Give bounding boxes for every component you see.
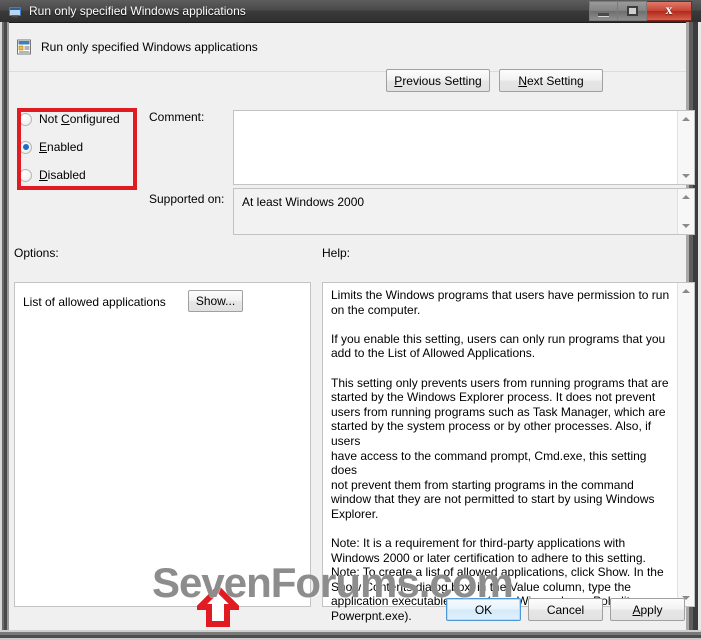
supported-on-label: Supported on:	[149, 192, 225, 206]
supported-scroll-up-icon[interactable]	[678, 189, 694, 205]
comment-label: Comment:	[149, 110, 205, 124]
window-controls: x	[589, 1, 692, 22]
policy-window-icon	[8, 4, 23, 19]
next-setting-button[interactable]: Next Setting	[499, 69, 603, 92]
comment-scrollbar[interactable]	[677, 111, 694, 184]
setting-state-radio-group: Not Configured Enabled Disabled	[19, 110, 144, 184]
window-title: Run only specified Windows applications	[29, 4, 246, 18]
radio-disabled-label: Disabled	[39, 168, 86, 182]
policy-setting-icon	[16, 38, 34, 56]
maximize-button[interactable]	[618, 1, 647, 21]
radio-not-configured-indicator	[19, 112, 32, 126]
radio-disabled-indicator	[19, 168, 32, 182]
radio-not-configured-label: Not Configured	[39, 112, 120, 126]
radio-enabled-label: Enabled	[39, 140, 84, 154]
group-policy-setting-window: Run only specified Windows applications …	[0, 0, 701, 640]
next-setting-label: Next Setting	[518, 73, 584, 88]
help-scrollbar[interactable]	[677, 283, 694, 606]
next-setting-accel: N	[518, 73, 527, 88]
ok-button[interactable]: OK	[446, 598, 521, 621]
radio-disabled[interactable]: Disabled	[19, 166, 144, 184]
options-panel: List of allowed applications Show...	[14, 282, 311, 627]
comment-field[interactable]	[233, 110, 695, 185]
setting-title: Run only specified Windows applications	[41, 40, 258, 54]
apply-button[interactable]: Apply	[610, 598, 685, 621]
options-section-label: Options:	[14, 246, 59, 260]
previous-setting-label: Previous Setting	[394, 73, 482, 88]
allowed-applications-label: List of allowed applications	[23, 295, 166, 309]
show-button[interactable]: Show...	[188, 290, 243, 312]
apply-accel: A	[632, 602, 641, 617]
close-button[interactable]: x	[647, 1, 692, 21]
previous-setting-button[interactable]: Previous Setting	[386, 69, 490, 92]
minimize-icon	[598, 13, 609, 16]
help-scroll-up-icon[interactable]	[678, 283, 694, 299]
radio-enabled-indicator	[19, 140, 32, 154]
radio-enabled[interactable]: Enabled	[19, 138, 144, 156]
comment-scroll-up-icon[interactable]	[678, 111, 694, 127]
help-section-label: Help:	[322, 246, 351, 260]
close-icon: x	[665, 3, 673, 18]
help-panel: Limits the Windows programs that users h…	[322, 282, 695, 623]
maximize-icon	[626, 6, 638, 16]
dialog-client-area: Run only specified Windows applications …	[9, 24, 695, 630]
cancel-button[interactable]: Cancel	[528, 598, 603, 621]
window-frame-left	[0, 22, 9, 640]
title-bar: Run only specified Windows applications …	[0, 0, 701, 23]
supported-on-value: At least Windows 2000	[242, 195, 365, 209]
supported-scroll-down-icon[interactable]	[678, 218, 694, 234]
apply-label: Apply	[632, 602, 663, 617]
supported-on-field: At least Windows 2000	[233, 188, 695, 235]
radio-not-configured[interactable]: Not Configured	[19, 110, 144, 128]
help-text: Limits the Windows programs that users h…	[331, 288, 670, 624]
annotation-up-arrow-icon	[192, 584, 244, 627]
comment-scroll-down-icon[interactable]	[678, 168, 694, 184]
minimize-button[interactable]	[589, 1, 618, 21]
setting-header: Run only specified Windows applications	[9, 24, 686, 72]
window-frame-bottom	[0, 630, 701, 640]
supported-on-scrollbar[interactable]	[677, 189, 694, 234]
